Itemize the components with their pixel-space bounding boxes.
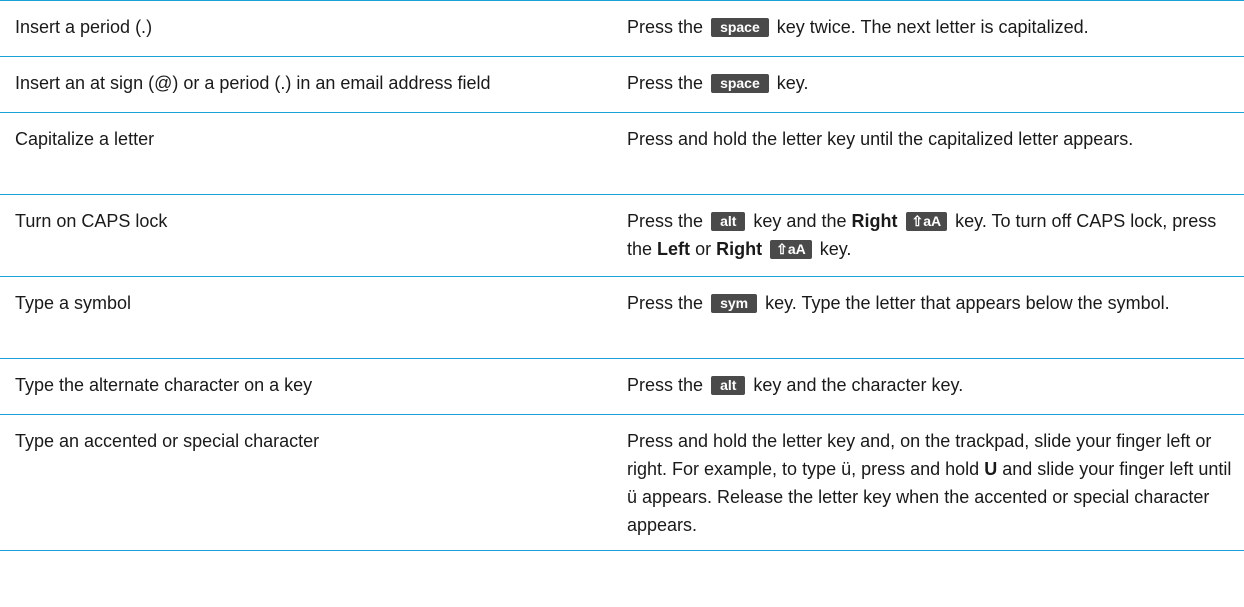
action-cell: Turn on CAPS lock bbox=[15, 211, 168, 231]
table-row: Turn on CAPS lock Press the alt key and … bbox=[0, 194, 1244, 276]
table-row: Capitalize a letter Press and hold the l… bbox=[0, 112, 1244, 194]
table-row: Type the alternate character on a key Pr… bbox=[0, 358, 1244, 414]
description-cell: Press and hold the letter key and, on th… bbox=[627, 431, 1232, 535]
table-row: Insert a period (.) Press the space key … bbox=[0, 0, 1244, 56]
action-cell: Insert a period (.) bbox=[15, 17, 153, 37]
sym-key: sym bbox=[711, 294, 758, 313]
alt-key: alt bbox=[711, 212, 746, 231]
description-cell: Press the alt key and the character key. bbox=[627, 375, 964, 395]
table-row: Type a symbol Press the sym key. Type th… bbox=[0, 276, 1244, 358]
space-key: space bbox=[711, 18, 769, 37]
action-cell: Type the alternate character on a key bbox=[15, 375, 313, 395]
table-row: Insert an at sign (@) or a period (.) in… bbox=[0, 56, 1244, 112]
action-cell: Type an accented or special character bbox=[15, 431, 320, 451]
space-key: space bbox=[711, 74, 769, 93]
shift-key: ⇧aA bbox=[905, 212, 948, 231]
shift-key: ⇧aA bbox=[770, 240, 812, 259]
action-cell: Capitalize a letter bbox=[15, 129, 155, 149]
shortcut-table: Insert a period (.) Press the space key … bbox=[0, 0, 1244, 551]
description-cell: Press the space key twice. The next lett… bbox=[627, 17, 1089, 37]
table-row: Type an accented or special character Pr… bbox=[0, 414, 1244, 551]
alt-key: alt bbox=[711, 376, 746, 395]
description-cell: Press the sym key. Type the letter that … bbox=[627, 293, 1170, 313]
action-cell: Type a symbol bbox=[15, 293, 132, 313]
description-cell: Press the space key. bbox=[627, 73, 809, 93]
description-cell: Press the alt key and the Right ⇧aA key.… bbox=[627, 211, 1217, 259]
action-cell: Insert an at sign (@) or a period (.) in… bbox=[15, 73, 491, 93]
description-cell: Press and hold the letter key until the … bbox=[627, 129, 1134, 149]
